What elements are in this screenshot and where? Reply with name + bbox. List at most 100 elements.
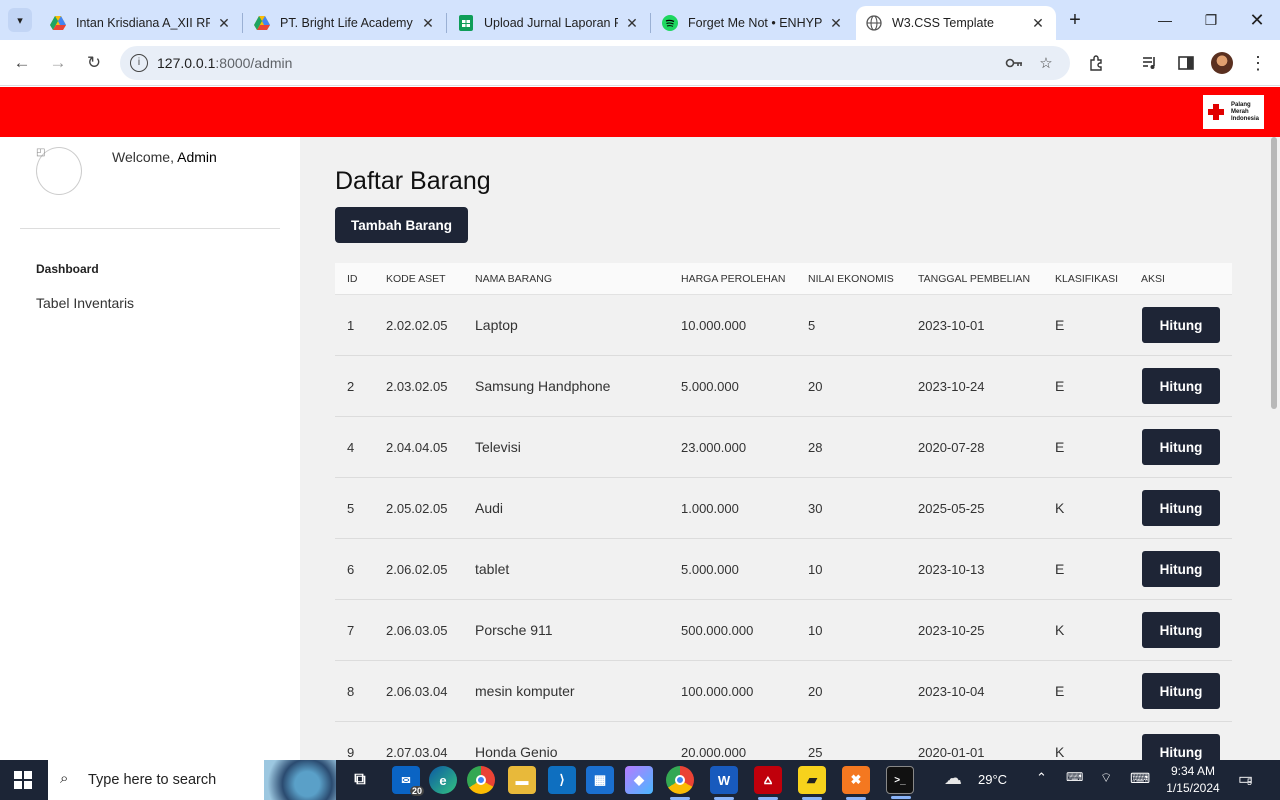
google-drive-icon bbox=[254, 15, 270, 31]
chrome-profile-icon[interactable] bbox=[666, 766, 694, 800]
minimize-button[interactable]: — bbox=[1142, 0, 1188, 40]
cell-tanggal-pembelian: 2020-07-28 bbox=[918, 440, 985, 455]
close-icon[interactable]: ✕ bbox=[624, 15, 640, 32]
profile-avatar[interactable] bbox=[1211, 52, 1233, 74]
tab-w3css-template[interactable]: W3.CSS Template ✕ bbox=[856, 6, 1056, 40]
hitung-button[interactable]: Hitung bbox=[1142, 429, 1220, 465]
cell-tanggal-pembelian: 2023-10-25 bbox=[918, 623, 985, 638]
sidebar-item-tabel-inventaris[interactable]: Tabel Inventaris bbox=[36, 295, 134, 311]
tab-bright-life[interactable]: PT. Bright Life Academy I ✕ bbox=[244, 6, 446, 40]
sticky-notes-icon[interactable]: ▰ bbox=[798, 766, 826, 800]
cell-klasifikasi: K bbox=[1055, 622, 1065, 638]
sidebar-heading-dashboard: Dashboard bbox=[36, 262, 99, 276]
tab-title: W3.CSS Template bbox=[892, 16, 994, 30]
wifi-icon[interactable]: ⌔ bbox=[1100, 770, 1112, 786]
cell-klasifikasi: E bbox=[1055, 561, 1065, 577]
vscode-icon[interactable]: ⟩ bbox=[548, 766, 576, 794]
cell-nilai-ekonomis: 25 bbox=[808, 745, 823, 760]
star-icon[interactable]: ☆ bbox=[1036, 53, 1056, 73]
search-icon: ⌕ bbox=[60, 770, 69, 787]
hitung-button[interactable]: Hitung bbox=[1142, 673, 1220, 709]
reload-button[interactable]: ↻ bbox=[81, 50, 107, 76]
language-icon[interactable]: ⌨ bbox=[1066, 770, 1083, 784]
windows-start-icon[interactable] bbox=[14, 771, 32, 789]
cell-tanggal-pembelian: 2023-10-24 bbox=[918, 379, 985, 394]
browser-toolbar: ← → ↻ i 127.0.0.1:8000/admin ☆ ⋮ bbox=[0, 40, 1280, 86]
forward-button[interactable]: → bbox=[45, 50, 71, 76]
cell-nama-barang: Televisi bbox=[475, 439, 521, 455]
tab-intan[interactable]: Intan Krisdiana A_XII RPL ✕ bbox=[40, 6, 242, 40]
cell-nama-barang: Samsung Handphone bbox=[475, 378, 611, 394]
notification-count: 5 bbox=[1247, 777, 1253, 787]
restore-button[interactable]: ❐ bbox=[1188, 0, 1234, 40]
column-header-nilai-ekonomis: NILAI EKONOMIS bbox=[808, 273, 894, 285]
chevron-up-icon[interactable]: ⌃ bbox=[1036, 770, 1047, 786]
column-header-tanggal-pembelian: TANGGAL PEMBELIAN bbox=[918, 273, 1031, 285]
column-header-id: ID bbox=[347, 273, 358, 285]
tab-spotify[interactable]: Forget Me Not • ENHYPE ✕ bbox=[652, 6, 854, 40]
copilot-icon[interactable]: ◆ bbox=[625, 766, 653, 794]
hitung-button[interactable]: Hitung bbox=[1142, 307, 1220, 343]
hitung-button[interactable]: Hitung bbox=[1142, 368, 1220, 404]
cell-tanggal-pembelian: 2023-10-13 bbox=[918, 562, 985, 577]
add-item-button[interactable]: Tambah Barang bbox=[335, 207, 468, 243]
sidebar: ◰ Welcome, Admin Dashboard Tabel Inventa… bbox=[0, 137, 300, 760]
tab-search-button[interactable]: ▾ bbox=[8, 8, 32, 32]
keyboard-icon[interactable]: ⌨ bbox=[1130, 770, 1150, 787]
hitung-button[interactable]: Hitung bbox=[1142, 734, 1220, 760]
terminal-icon[interactable]: >_ bbox=[886, 766, 914, 799]
hitung-button[interactable]: Hitung bbox=[1142, 490, 1220, 526]
scrollbar-thumb[interactable] bbox=[1271, 137, 1277, 409]
cell-nilai-ekonomis: 28 bbox=[808, 440, 823, 455]
cell-harga-perolehan: 1.000.000 bbox=[681, 501, 739, 516]
store-icon[interactable]: ▦ bbox=[586, 766, 614, 794]
spotify-icon bbox=[662, 15, 678, 31]
cell-nilai-ekonomis: 20 bbox=[808, 684, 823, 699]
task-view-icon[interactable]: ⧉ bbox=[346, 766, 374, 794]
media-control-icon[interactable] bbox=[1139, 52, 1161, 74]
notification-icon[interactable]: ▭ 5 bbox=[1238, 769, 1253, 789]
top-navbar: Palang Merah Indonesia bbox=[0, 87, 1280, 137]
scrollbar[interactable] bbox=[1268, 137, 1280, 760]
close-window-button[interactable]: ✕ bbox=[1234, 0, 1280, 40]
back-button[interactable]: ← bbox=[9, 50, 35, 76]
cell-nama-barang: Audi bbox=[475, 500, 504, 516]
close-icon[interactable]: ✕ bbox=[420, 15, 436, 32]
weather-temp[interactable]: 29°C bbox=[978, 772, 1007, 787]
file-explorer-icon[interactable]: ▬ bbox=[508, 766, 536, 794]
key-icon[interactable] bbox=[1004, 53, 1024, 73]
address-bar[interactable]: i 127.0.0.1:8000/admin ☆ bbox=[120, 46, 1070, 80]
extensions-icon[interactable] bbox=[1086, 52, 1108, 74]
new-tab-button[interactable]: + bbox=[1064, 10, 1086, 32]
cell-id: 8 bbox=[347, 684, 355, 699]
browser-tab-bar: ▾ Intan Krisdiana A_XII RPL ✕ PT. Bright… bbox=[0, 0, 1280, 40]
search-input[interactable]: Type here to search bbox=[88, 772, 216, 788]
cell-klasifikasi: E bbox=[1055, 439, 1065, 455]
clock[interactable]: 9:34 AM 1/15/2024 bbox=[1160, 763, 1226, 797]
broken-image-icon: ◰ bbox=[36, 147, 46, 158]
tab-upload-jurnal[interactable]: Upload Jurnal Laporan Pl ✕ bbox=[448, 6, 650, 40]
hitung-button[interactable]: Hitung bbox=[1142, 612, 1220, 648]
acrobat-icon[interactable]: ⩟ bbox=[754, 766, 782, 800]
username: Admin bbox=[177, 149, 217, 165]
weather-icon[interactable]: ☁ bbox=[944, 768, 962, 789]
mail-icon[interactable]: ✉ 20 bbox=[392, 766, 424, 796]
close-icon[interactable]: ✕ bbox=[216, 15, 232, 32]
side-panel-icon[interactable] bbox=[1175, 52, 1197, 74]
cell-id: 7 bbox=[347, 623, 355, 638]
taskbar-search[interactable]: ⌕ Type here to search bbox=[48, 760, 336, 800]
close-icon[interactable]: ✕ bbox=[828, 15, 844, 32]
cell-tanggal-pembelian: 2020-01-01 bbox=[918, 745, 985, 760]
edge-icon[interactable]: e bbox=[429, 766, 457, 794]
site-info-icon[interactable]: i bbox=[130, 54, 148, 72]
xampp-icon[interactable]: ✖ bbox=[842, 766, 870, 800]
chrome-icon[interactable] bbox=[467, 766, 495, 794]
cell-id: 6 bbox=[347, 562, 355, 577]
tab-title: Upload Jurnal Laporan Pl bbox=[484, 16, 618, 30]
word-icon[interactable]: W bbox=[710, 766, 738, 800]
url-text[interactable]: 127.0.0.1:8000/admin bbox=[157, 55, 292, 71]
more-menu-icon[interactable]: ⋮ bbox=[1247, 52, 1269, 74]
hitung-button[interactable]: Hitung bbox=[1142, 551, 1220, 587]
table-body: 1 2.02.02.05 Laptop 10.000.000 5 2023-10-01 E H… bbox=[335, 295, 1232, 760]
close-icon[interactable]: ✕ bbox=[1030, 15, 1046, 32]
